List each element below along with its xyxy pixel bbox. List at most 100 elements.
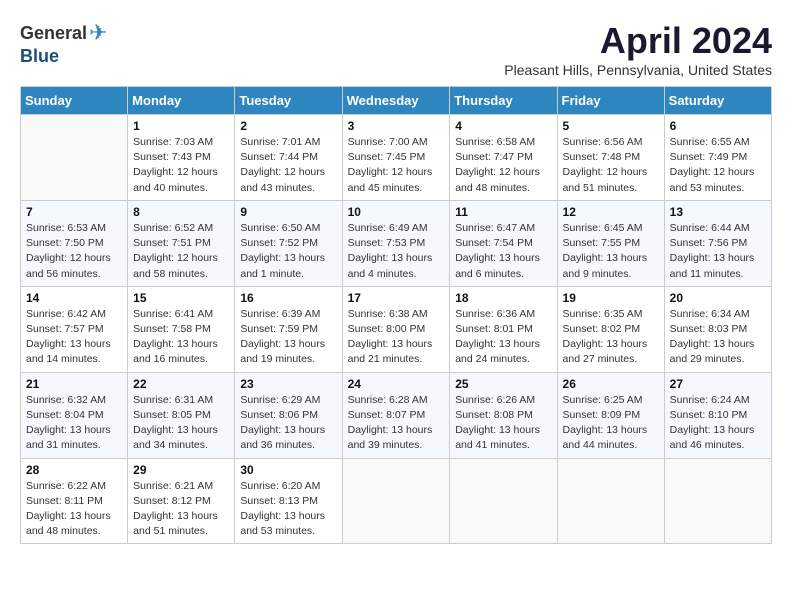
day-info: Sunrise: 6:50 AMSunset: 7:52 PMDaylight:…	[240, 221, 336, 282]
day-number: 28	[26, 463, 122, 477]
day-info: Sunrise: 6:22 AMSunset: 8:11 PMDaylight:…	[26, 479, 122, 540]
col-sunday: Sunday	[21, 87, 128, 115]
day-info: Sunrise: 6:58 AMSunset: 7:47 PMDaylight:…	[455, 135, 551, 196]
calendar-cell: 29 Sunrise: 6:21 AMSunset: 8:12 PMDayligh…	[128, 458, 235, 544]
day-number: 7	[26, 205, 122, 219]
calendar-cell: 8 Sunrise: 6:52 AMSunset: 7:51 PMDaylight…	[128, 200, 235, 286]
calendar-cell: 12 Sunrise: 6:45 AMSunset: 7:55 PMDayligh…	[557, 200, 664, 286]
day-number: 8	[133, 205, 229, 219]
day-number: 16	[240, 291, 336, 305]
day-number: 25	[455, 377, 551, 391]
calendar-cell: 24 Sunrise: 6:28 AMSunset: 8:07 PMDayligh…	[342, 372, 450, 458]
day-number: 21	[26, 377, 122, 391]
calendar-cell: 3 Sunrise: 7:00 AMSunset: 7:45 PMDaylight…	[342, 115, 450, 201]
week-row-3: 14 Sunrise: 6:42 AMSunset: 7:57 PMDayligh…	[21, 286, 772, 372]
day-info: Sunrise: 6:26 AMSunset: 8:08 PMDaylight:…	[455, 393, 551, 454]
logo: General ✈ Blue	[20, 20, 107, 67]
calendar-cell: 14 Sunrise: 6:42 AMSunset: 7:57 PMDayligh…	[21, 286, 128, 372]
col-monday: Monday	[128, 87, 235, 115]
calendar-cell: 10 Sunrise: 6:49 AMSunset: 7:53 PMDayligh…	[342, 200, 450, 286]
day-info: Sunrise: 7:03 AMSunset: 7:43 PMDaylight:…	[133, 135, 229, 196]
logo-bird-icon: ✈	[89, 20, 107, 46]
day-number: 10	[348, 205, 445, 219]
header: General ✈ Blue April 2024 Pleasant Hills…	[20, 20, 772, 78]
day-number: 17	[348, 291, 445, 305]
calendar-cell	[450, 458, 557, 544]
col-friday: Friday	[557, 87, 664, 115]
calendar-cell: 21Sunrise: 6:32 AMSunset: 8:04 PMDayligh…	[21, 372, 128, 458]
day-info: Sunrise: 7:01 AMSunset: 7:44 PMDaylight:…	[240, 135, 336, 196]
day-info: Sunrise: 6:47 AMSunset: 7:54 PMDaylight:…	[455, 221, 551, 282]
day-number: 23	[240, 377, 336, 391]
calendar-cell	[342, 458, 450, 544]
header-row: Sunday Monday Tuesday Wednesday Thursday…	[21, 87, 772, 115]
day-number: 29	[133, 463, 229, 477]
calendar-cell: 2Sunrise: 7:01 AMSunset: 7:44 PMDaylight…	[235, 115, 342, 201]
day-number: 26	[563, 377, 659, 391]
calendar-table: Sunday Monday Tuesday Wednesday Thursday…	[20, 86, 772, 544]
page-container: General ✈ Blue April 2024 Pleasant Hills…	[20, 20, 772, 544]
day-info: Sunrise: 6:21 AMSunset: 8:12 PMDaylight:…	[133, 479, 229, 540]
calendar-cell: 11 Sunrise: 6:47 AMSunset: 7:54 PMDayligh…	[450, 200, 557, 286]
calendar-cell: 5 Sunrise: 6:56 AMSunset: 7:48 PMDaylight…	[557, 115, 664, 201]
day-number: 20	[670, 291, 766, 305]
day-info: Sunrise: 7:00 AMSunset: 7:45 PMDaylight:…	[348, 135, 445, 196]
day-info: Sunrise: 6:38 AMSunset: 8:00 PMDaylight:…	[348, 307, 445, 368]
day-info: Sunrise: 6:52 AMSunset: 7:51 PMDaylight:…	[133, 221, 229, 282]
col-thursday: Thursday	[450, 87, 557, 115]
calendar-cell: 13Sunrise: 6:44 AMSunset: 7:56 PMDayligh…	[664, 200, 771, 286]
calendar-cell	[557, 458, 664, 544]
day-info: Sunrise: 6:39 AMSunset: 7:59 PMDaylight:…	[240, 307, 336, 368]
day-number: 24	[348, 377, 445, 391]
day-number: 4	[455, 119, 551, 133]
col-tuesday: Tuesday	[235, 87, 342, 115]
col-saturday: Saturday	[664, 87, 771, 115]
day-number: 3	[348, 119, 445, 133]
calendar-cell: 20 Sunrise: 6:34 AMSunset: 8:03 PMDayligh…	[664, 286, 771, 372]
day-info: Sunrise: 6:34 AMSunset: 8:03 PMDaylight:…	[670, 307, 766, 368]
calendar-subtitle: Pleasant Hills, Pennsylvania, United Sta…	[504, 62, 772, 78]
day-number: 12	[563, 205, 659, 219]
day-number: 27	[670, 377, 766, 391]
calendar-cell: 27Sunrise: 6:24 AMSunset: 8:10 PMDayligh…	[664, 372, 771, 458]
logo-blue: Blue	[20, 46, 59, 66]
day-number: 19	[563, 291, 659, 305]
day-number: 11	[455, 205, 551, 219]
day-info: Sunrise: 6:56 AMSunset: 7:48 PMDaylight:…	[563, 135, 659, 196]
calendar-cell: 16 Sunrise: 6:39 AMSunset: 7:59 PMDayligh…	[235, 286, 342, 372]
day-info: Sunrise: 6:25 AMSunset: 8:09 PMDaylight:…	[563, 393, 659, 454]
day-info: Sunrise: 6:55 AMSunset: 7:49 PMDaylight:…	[670, 135, 766, 196]
day-info: Sunrise: 6:29 AMSunset: 8:06 PMDaylight:…	[240, 393, 336, 454]
day-info: Sunrise: 6:36 AMSunset: 8:01 PMDaylight:…	[455, 307, 551, 368]
title-block: April 2024 Pleasant Hills, Pennsylvania,…	[504, 20, 772, 78]
day-info: Sunrise: 6:41 AMSunset: 7:58 PMDaylight:…	[133, 307, 229, 368]
week-row-4: 21Sunrise: 6:32 AMSunset: 8:04 PMDayligh…	[21, 372, 772, 458]
day-number: 14	[26, 291, 122, 305]
day-info: Sunrise: 6:28 AMSunset: 8:07 PMDaylight:…	[348, 393, 445, 454]
calendar-cell: 4 Sunrise: 6:58 AMSunset: 7:47 PMDaylight…	[450, 115, 557, 201]
day-info: Sunrise: 6:53 AMSunset: 7:50 PMDaylight:…	[26, 221, 122, 282]
calendar-cell: 15 Sunrise: 6:41 AMSunset: 7:58 PMDayligh…	[128, 286, 235, 372]
logo-general: General	[20, 23, 87, 44]
calendar-cell: 17 Sunrise: 6:38 AMSunset: 8:00 PMDayligh…	[342, 286, 450, 372]
calendar-cell: 9Sunrise: 6:50 AMSunset: 7:52 PMDaylight…	[235, 200, 342, 286]
day-number: 1	[133, 119, 229, 133]
calendar-cell: 7 Sunrise: 6:53 AMSunset: 7:50 PMDaylight…	[21, 200, 128, 286]
day-number: 15	[133, 291, 229, 305]
calendar-cell: 23 Sunrise: 6:29 AMSunset: 8:06 PMDayligh…	[235, 372, 342, 458]
calendar-cell: 22Sunrise: 6:31 AMSunset: 8:05 PMDayligh…	[128, 372, 235, 458]
day-info: Sunrise: 6:49 AMSunset: 7:53 PMDaylight:…	[348, 221, 445, 282]
calendar-cell: 18Sunrise: 6:36 AMSunset: 8:01 PMDayligh…	[450, 286, 557, 372]
day-info: Sunrise: 6:45 AMSunset: 7:55 PMDaylight:…	[563, 221, 659, 282]
day-number: 5	[563, 119, 659, 133]
week-row-5: 28 Sunrise: 6:22 AMSunset: 8:11 PMDayligh…	[21, 458, 772, 544]
week-row-1: 1 Sunrise: 7:03 AMSunset: 7:43 PMDaylight…	[21, 115, 772, 201]
calendar-cell: 1 Sunrise: 7:03 AMSunset: 7:43 PMDaylight…	[128, 115, 235, 201]
calendar-cell: 26 Sunrise: 6:25 AMSunset: 8:09 PMDayligh…	[557, 372, 664, 458]
day-info: Sunrise: 6:42 AMSunset: 7:57 PMDaylight:…	[26, 307, 122, 368]
calendar-cell: 25 Sunrise: 6:26 AMSunset: 8:08 PMDayligh…	[450, 372, 557, 458]
day-number: 22	[133, 377, 229, 391]
calendar-cell	[664, 458, 771, 544]
day-info: Sunrise: 6:35 AMSunset: 8:02 PMDaylight:…	[563, 307, 659, 368]
day-number: 30	[240, 463, 336, 477]
